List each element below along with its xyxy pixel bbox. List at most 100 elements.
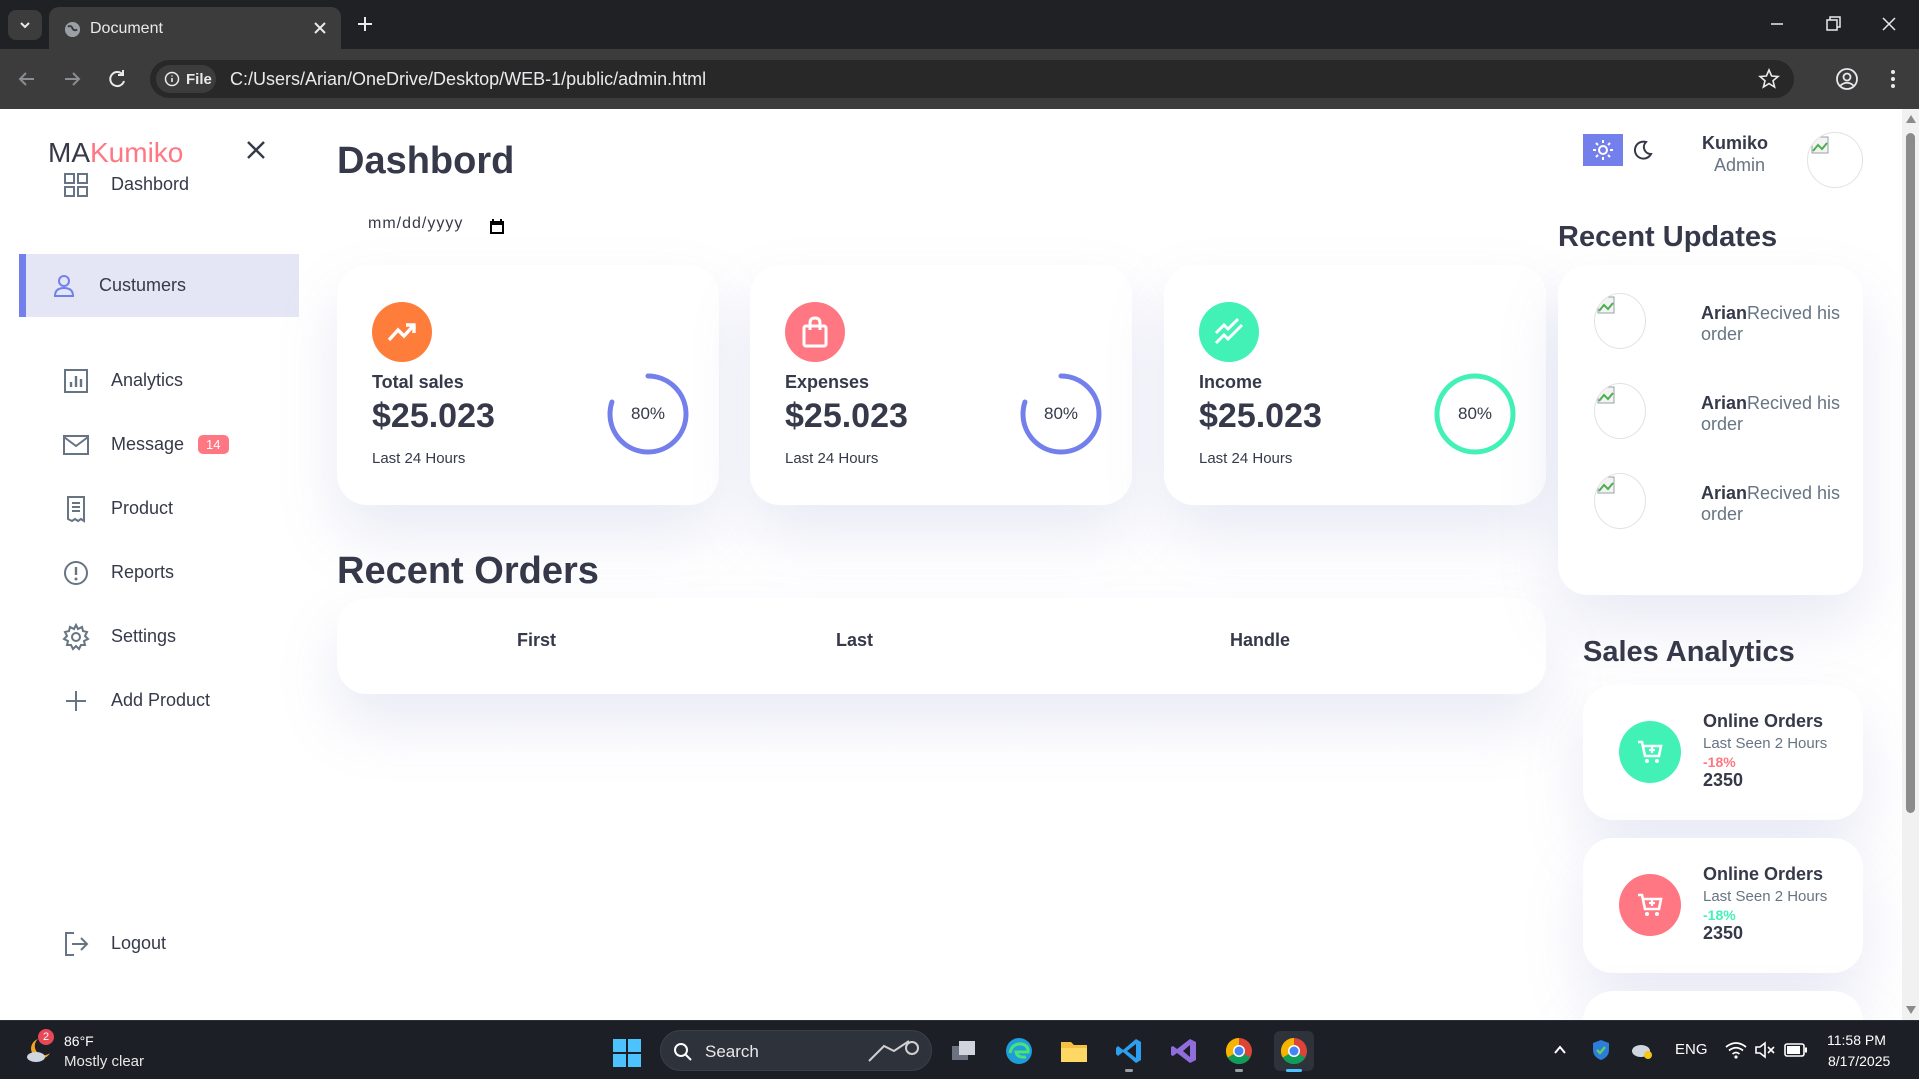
avatar[interactable] — [1807, 132, 1863, 188]
sidebar-item-label: Reports — [111, 562, 175, 582]
windows-start-icon[interactable] — [612, 1038, 642, 1068]
sidebar-item-label: Analytics — [111, 370, 184, 390]
close-tab-icon[interactable] — [311, 19, 329, 37]
theme-toggle[interactable] — [1583, 134, 1663, 166]
clock-time[interactable]: 11:58 PM — [1827, 1032, 1886, 1048]
sidebar-item-label: Custumers — [99, 275, 187, 295]
sidebar-item-dashboard[interactable]: Dashbord — [19, 153, 299, 216]
trending-up-icon — [372, 302, 432, 362]
search-highlight-icon — [868, 1040, 919, 1062]
user-role: Admin — [1714, 155, 1766, 175]
site-info-chip[interactable]: File — [156, 65, 216, 93]
moon-icon — [1633, 140, 1653, 160]
sales-item-title: Online Orders — [1703, 864, 1824, 884]
sidebar-item-logout[interactable]: Logout — [19, 912, 299, 975]
sales-item-count: 2350 — [1703, 923, 1744, 943]
url-text[interactable]: C:/Users/Arian/OneDrive/Desktop/WEB-1/pu… — [230, 69, 706, 90]
chrome-active-icon[interactable] — [1274, 1031, 1314, 1072]
broken-image-icon — [1597, 476, 1615, 494]
close-window-icon[interactable] — [1877, 12, 1901, 36]
scroll-up-arrow-icon[interactable] — [1906, 115, 1916, 123]
sidebar-item-customers[interactable]: Custumers — [19, 254, 299, 317]
progress-percent: 80% — [1043, 404, 1079, 423]
person-icon — [49, 271, 79, 301]
stat-card-income: Income $25.023 Last 24 Hours 80% — [1164, 265, 1546, 505]
card-subtitle: Last 24 Hours — [785, 450, 879, 467]
minimize-icon[interactable] — [1765, 12, 1789, 36]
reload-icon[interactable] — [104, 66, 130, 92]
search-icon — [674, 1043, 692, 1061]
sidebar-item-product[interactable]: Product — [19, 477, 299, 540]
date-input[interactable]: mm/dd/yyyy — [368, 215, 463, 233]
sidebar-item-add-product[interactable]: Add Product — [19, 669, 299, 732]
battery-icon[interactable] — [1784, 1038, 1808, 1062]
weather-alert-badge: 2 — [38, 1029, 54, 1045]
tab-search-button[interactable] — [8, 10, 42, 40]
stat-card-expenses: Expenses $25.023 Last 24 Hours 80% — [750, 265, 1132, 505]
card-subtitle: Last 24 Hours — [1199, 450, 1293, 467]
gear-icon — [61, 622, 91, 652]
security-shield-icon[interactable] — [1589, 1038, 1613, 1062]
browser-tab[interactable]: Document — [49, 7, 341, 49]
vscode-icon[interactable] — [1109, 1031, 1149, 1072]
sales-analytics-item: Online Orders Last Seen 2 Hours -18% 235… — [1583, 838, 1863, 973]
browser-toolbar: File C:/Users/Arian/OneDrive/Desktop/WEB… — [0, 49, 1919, 109]
calendar-icon[interactable] — [488, 218, 506, 236]
chrome-icon[interactable] — [1219, 1031, 1259, 1072]
shopping-bag-icon — [785, 302, 845, 362]
chevron-up-icon[interactable] — [1548, 1038, 1572, 1062]
light-mode-button[interactable] — [1583, 134, 1623, 166]
onedrive-sync-icon[interactable] — [1630, 1038, 1654, 1062]
bookmark-star-icon[interactable] — [1758, 68, 1780, 90]
update-item: ArianRecived his order — [1594, 383, 1854, 443]
receipt-icon — [61, 494, 91, 524]
avatar — [1594, 293, 1646, 349]
sidebar-item-label: Product — [111, 498, 174, 518]
page-scrollbar[interactable] — [1902, 109, 1919, 1020]
recent-updates-title: Recent Updates — [1558, 221, 1778, 253]
browser-menu-icon[interactable] — [1880, 66, 1906, 92]
restore-icon[interactable] — [1821, 12, 1845, 36]
visual-studio-icon[interactable] — [1164, 1031, 1204, 1071]
recent-updates-panel: ArianRecived his order ArianRecived his … — [1558, 265, 1863, 595]
file-explorer-icon[interactable] — [1054, 1031, 1094, 1071]
running-indicator — [1286, 1069, 1302, 1072]
sales-analytics-item-partial — [1583, 991, 1863, 1020]
task-view-icon[interactable] — [944, 1031, 984, 1071]
sidebar-item-analytics[interactable]: Analytics — [19, 349, 299, 412]
weather-temperature[interactable]: 86°F — [64, 1033, 94, 1049]
progress-percent: 80% — [630, 404, 666, 423]
clock-date[interactable]: 8/17/2025 — [1828, 1053, 1890, 1069]
volume-muted-icon[interactable] — [1753, 1038, 1777, 1062]
profile-icon[interactable] — [1834, 66, 1860, 92]
input-language[interactable]: ENG — [1675, 1041, 1708, 1058]
taskbar-search[interactable]: Search — [660, 1030, 932, 1071]
sidebar-item-label: Settings — [111, 626, 177, 646]
weather-description[interactable]: Mostly clear — [64, 1053, 144, 1070]
page-viewport: MAKumiko Dashbord Custumers Analytics Me… — [0, 109, 1919, 1020]
new-tab-icon[interactable] — [355, 14, 375, 34]
card-value: $25.023 — [1199, 397, 1322, 435]
update-user: Arian — [1701, 393, 1748, 413]
chevron-down-icon — [20, 22, 30, 29]
forward-arrow-icon[interactable] — [59, 66, 85, 92]
sidebar-item-reports[interactable]: Reports — [19, 541, 299, 604]
sidebar-item-message[interactable]: Message 14 — [19, 413, 299, 476]
stat-card-total-sales: Total sales $25.023 Last 24 Hours 80% — [337, 265, 719, 505]
card-subtitle: Last 24 Hours — [372, 450, 466, 467]
message-count-badge: 14 — [198, 435, 229, 454]
dark-mode-button[interactable] — [1623, 134, 1663, 166]
sales-item-percent: -18% — [1703, 754, 1736, 770]
column-header-handle: Handle — [1230, 630, 1291, 650]
logout-label: Logout — [111, 933, 167, 953]
address-bar[interactable]: File C:/Users/Arian/OneDrive/Desktop/WEB… — [150, 60, 1794, 98]
sidebar-item-settings[interactable]: Settings — [19, 605, 299, 668]
back-arrow-icon[interactable] — [14, 66, 40, 92]
edge-icon[interactable] — [999, 1031, 1039, 1071]
scroll-down-arrow-icon[interactable] — [1906, 1006, 1916, 1014]
sun-icon — [1593, 140, 1613, 160]
scrollbar-thumb[interactable] — [1906, 133, 1915, 813]
card-value: $25.023 — [785, 397, 908, 435]
user-name: Kumiko — [1702, 133, 1769, 153]
wifi-icon[interactable] — [1724, 1038, 1748, 1062]
